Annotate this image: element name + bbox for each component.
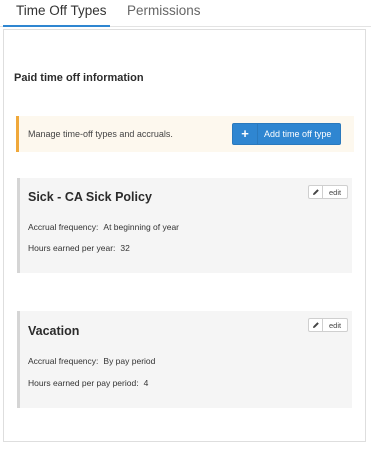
edit-label: edit: [329, 188, 342, 197]
plus-icon: +: [233, 124, 258, 144]
policy-name: Vacation: [28, 324, 80, 338]
field-value: By pay period: [103, 356, 156, 366]
hours-earned-row: Hours earned per year: 32: [28, 243, 130, 253]
policy-name: Sick - CA Sick Policy: [28, 190, 152, 204]
active-tab-indicator: [3, 25, 110, 27]
accrual-frequency-row: Accrual frequency: By pay period: [28, 356, 155, 366]
add-time-off-type-button[interactable]: + Add time off type: [232, 123, 341, 145]
banner-text: Manage time-off types and accruals.: [28, 129, 173, 139]
pencil-icon: [309, 319, 323, 331]
tab-permissions[interactable]: Permissions: [127, 3, 201, 18]
field-value: 32: [120, 243, 130, 253]
info-banner: Manage time-off types and accruals. + Ad…: [16, 116, 354, 152]
hours-earned-row: Hours earned per pay period: 4: [28, 378, 148, 388]
edit-policy-button[interactable]: edit: [308, 185, 348, 199]
time-off-panel: Paid time off information Manage time-of…: [3, 29, 366, 442]
tab-time-off-types[interactable]: Time Off Types: [16, 3, 107, 18]
field-value: At beginning of year: [103, 222, 180, 232]
field-value: 4: [143, 378, 149, 388]
field-label: Accrual frequency:: [28, 222, 99, 232]
edit-label: edit: [329, 321, 342, 330]
field-label: Hours earned per year:: [28, 243, 116, 253]
pencil-icon: [309, 186, 323, 198]
policy-card: Vacation edit Accrual frequency: By pay p…: [17, 311, 352, 408]
page-title: Paid time off information: [14, 72, 144, 84]
edit-policy-button[interactable]: edit: [308, 318, 348, 332]
add-button-label: Add time off type: [264, 129, 332, 139]
field-label: Hours earned per pay period:: [28, 378, 139, 388]
policy-card: Sick - CA Sick Policy edit Accrual frequ…: [17, 178, 352, 273]
accrual-frequency-row: Accrual frequency: At beginning of year: [28, 222, 179, 232]
field-label: Accrual frequency:: [28, 356, 99, 366]
tab-bar: Time Off Types Permissions: [0, 0, 371, 27]
